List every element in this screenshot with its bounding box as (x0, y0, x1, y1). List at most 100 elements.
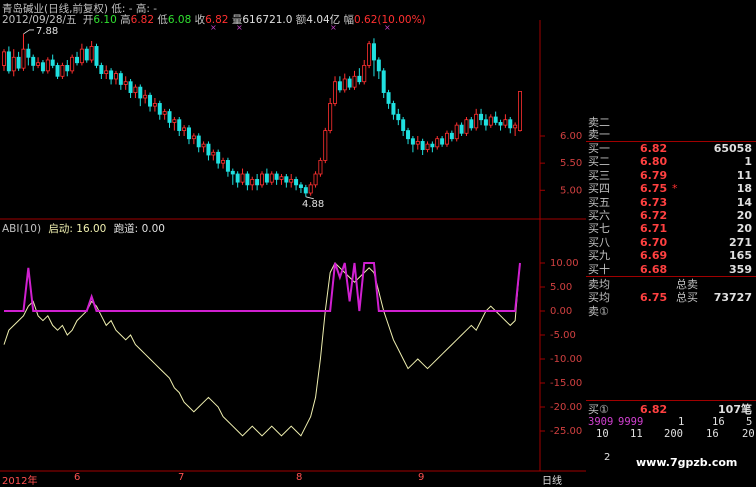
candle-body (440, 138, 445, 145)
sell-queue-label: 卖① (588, 305, 609, 318)
total-buy-label: 总买 (676, 291, 698, 304)
candle-body (157, 103, 162, 115)
candle-body (16, 56, 21, 69)
buy-queue-count: 107笔 (718, 403, 752, 416)
buy-row-label: 买六 (588, 209, 610, 222)
candle-body (449, 132, 454, 140)
candle-body (162, 111, 167, 115)
buy-row-qty: 20 (736, 209, 752, 222)
indicator-run-label: 跑道: (113, 223, 139, 235)
candle-body (186, 127, 191, 140)
price-axis: 5.00 5.50 6.00 (540, 131, 582, 196)
candle-body (250, 179, 255, 186)
candle-body (94, 46, 99, 66)
candle-body (406, 130, 411, 140)
candle-body (352, 75, 357, 88)
buy-row-label: 买四 (588, 182, 610, 196)
buy-row[interactable]: 买五 6.73 14 (586, 196, 754, 209)
candle-body (391, 103, 396, 115)
buy-row[interactable]: 买一 6.82 65058 (586, 142, 754, 155)
candle-body (513, 124, 518, 129)
buy-row[interactable]: 买六 6.72 20 (586, 209, 754, 222)
buy-queue-row[interactable]: 买① 6.82 107笔 (586, 403, 754, 416)
candle-body (333, 81, 338, 104)
candle-body (298, 184, 303, 188)
candle-body (230, 170, 235, 175)
sell-queue-row[interactable]: 卖① (586, 305, 754, 318)
candle-body (323, 130, 328, 161)
candle-body (479, 113, 484, 121)
buy-avg-price: 6.75 (640, 291, 668, 304)
indicator-tick-label: -10.00 (550, 354, 582, 365)
candle-body (75, 56, 80, 64)
candle-body (128, 81, 133, 93)
candle-body (109, 70, 114, 80)
high-marker-leader (23, 29, 34, 35)
period-daily-button[interactable]: 日线 (542, 472, 562, 487)
candle-body (342, 78, 347, 91)
buy-row-price: 6.70 (640, 235, 668, 249)
candle-body (357, 75, 362, 83)
candle-body (508, 119, 513, 129)
indicator-run-value: 0.00 (141, 223, 165, 235)
buy-row-price: 6.80 (640, 155, 668, 169)
candle-body (235, 173, 240, 183)
candle-body (182, 127, 187, 131)
buy-row-qty: 14 (736, 195, 752, 209)
candle-body (240, 173, 245, 183)
total-sell-label: 总卖 (676, 278, 698, 291)
candle-body (469, 119, 474, 129)
candle-body (415, 141, 420, 145)
book-divider (586, 276, 756, 277)
candle-body (211, 151, 216, 156)
candle-body (518, 91, 523, 131)
buy-row-price: 6.68 (640, 262, 668, 276)
buy-row[interactable]: 买七 6.71 20 (586, 222, 754, 235)
candle-body (483, 119, 488, 126)
candle-body (70, 56, 75, 72)
total-buy-qty: 73727 (713, 291, 752, 304)
low-marker: 4.88 (302, 199, 325, 210)
candle-body (337, 81, 342, 91)
candle-body (60, 65, 65, 77)
buy-row[interactable]: 买八 6.70 271 (586, 236, 754, 249)
buy-row[interactable]: 买二 6.80 1 (586, 155, 754, 168)
candle-body (444, 132, 449, 145)
candle-body (40, 62, 45, 72)
candle-body (289, 179, 294, 183)
buy-row-label: 买九 (588, 249, 610, 263)
buy-row-price: 6.69 (640, 249, 668, 263)
star-icon: * (672, 182, 678, 196)
queue-values-row: 10 11 200 16 20 (586, 428, 755, 441)
high-marker: 7.88 (36, 26, 59, 37)
buy-row[interactable]: 买十 6.68 359 (586, 263, 754, 276)
buy-row[interactable]: 买九 6.69 165 (586, 249, 754, 262)
candle-body (493, 116, 498, 123)
buy-row-price: 6.82 (640, 142, 668, 155)
candle-body (488, 116, 493, 126)
candle-body (459, 124, 464, 134)
queue-value: 20 (742, 428, 755, 440)
candle-body (216, 151, 221, 164)
sell-row[interactable]: 卖一 (586, 128, 754, 141)
candle-body (104, 70, 109, 74)
candle-body (464, 119, 469, 134)
candle-body (430, 143, 435, 148)
candle-body (259, 173, 264, 186)
candle-body (6, 51, 11, 72)
candle-body (371, 43, 376, 61)
candle-body (84, 48, 89, 61)
indicator-start-value: 16.00 (76, 223, 107, 235)
buy-row[interactable]: 买三 6.79 11 (586, 169, 754, 182)
chart-area[interactable]: 5.00 5.50 6.00 10.00 5.00 0.00 -5.00 -10.00 -15… (0, 0, 586, 487)
indicator-start-label: 启动: (48, 223, 73, 235)
indicator-tick-label: -20.00 (550, 402, 582, 413)
indicator-tick-label: 10.00 (550, 258, 579, 269)
indicator-tick-label: -25.00 (550, 426, 582, 437)
indicator-tick-label: -15.00 (550, 378, 582, 389)
sell-avg-label: 卖均 (588, 278, 610, 291)
buy-row[interactable]: 买四 6.75 * 18 (586, 182, 754, 195)
candle-body (396, 113, 401, 121)
queue-value: 10 (596, 428, 609, 440)
watermark: www.7gpzb.com (636, 456, 738, 469)
